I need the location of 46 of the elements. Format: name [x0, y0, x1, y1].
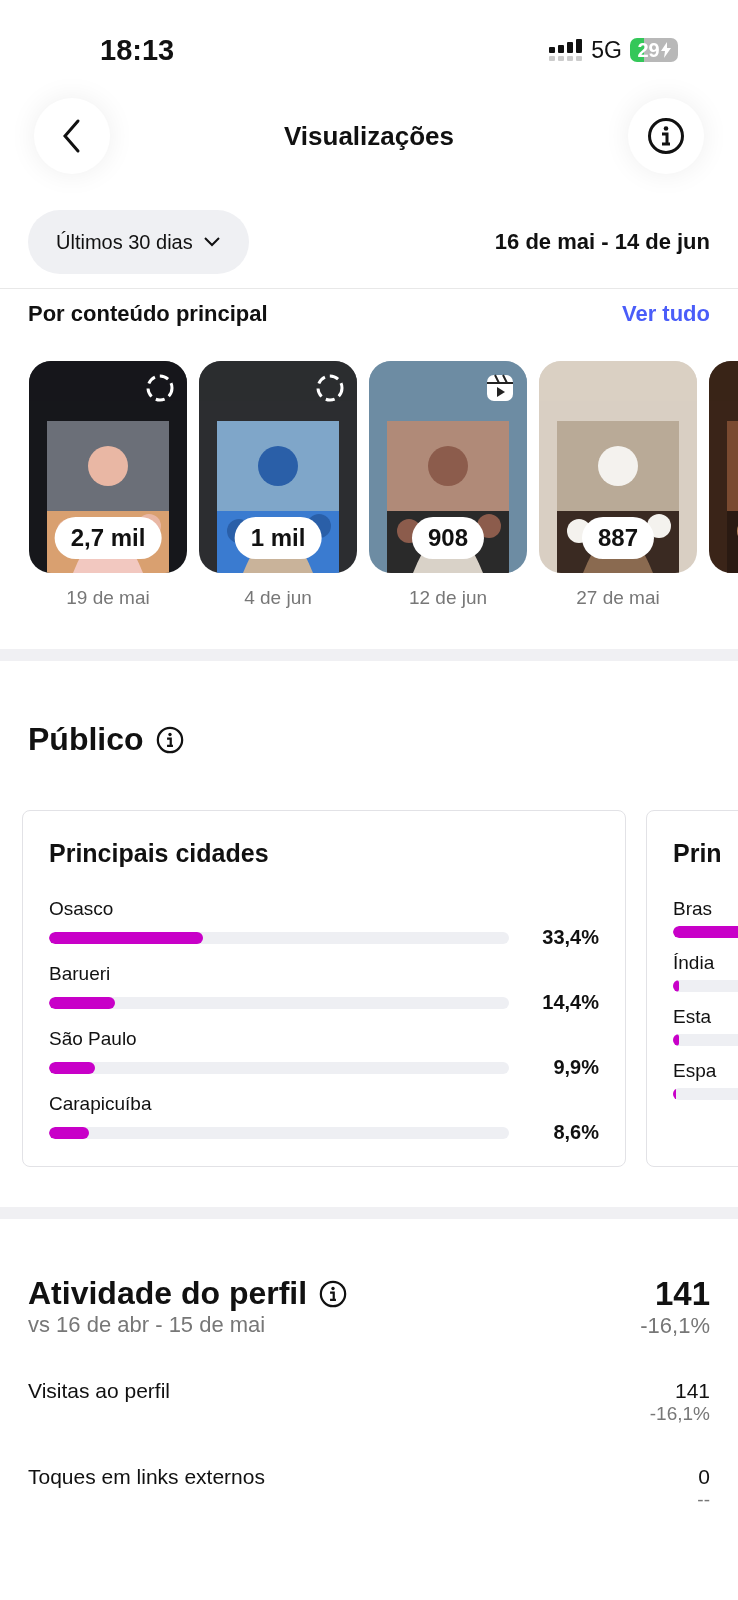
post-date: 4 de jun [244, 587, 312, 609]
network-label: 5G [591, 36, 622, 64]
change-value: -16,1% [640, 1313, 710, 1339]
city-label: Barueri [49, 963, 112, 985]
city-label: Índia [673, 952, 716, 974]
percent-value: 14,4% [541, 991, 599, 1014]
info-icon [319, 1279, 348, 1308]
comparison-period: vs 16 de abr - 15 de mai [28, 1312, 267, 1338]
city-label: São Paulo [49, 1028, 138, 1050]
metric-label: Visitas ao perfil [28, 1379, 171, 1403]
info-icon [155, 725, 184, 754]
city-label: Esta [673, 1006, 713, 1028]
post-date: 19 de mai [66, 587, 150, 609]
screen-title: Visualizações [283, 120, 455, 152]
chevron-down-icon[interactable] [202, 236, 221, 248]
section-title: Atividade do perfil [28, 1275, 308, 1312]
change-value: -- [697, 1489, 710, 1511]
card-title: Prin [673, 839, 723, 868]
story-ring-icon [145, 373, 175, 403]
view-count: 2,7 mil [54, 517, 162, 559]
percent-value: 9,9% [552, 1056, 599, 1079]
section-title: Público [28, 721, 144, 758]
city-label: Espa [673, 1060, 718, 1082]
view-count: 1 mil [234, 517, 322, 559]
metric-value: 0 [698, 1465, 710, 1489]
post-date: 12 de jun [408, 587, 488, 609]
see-all-link[interactable]: Ver tudo [622, 301, 710, 327]
date-range: 16 de mai - 14 de jun [494, 229, 710, 255]
total-value: 141 [654, 1275, 710, 1313]
city-label: Bras [673, 898, 714, 920]
city-label: Carapicuíba [49, 1093, 153, 1115]
metric-label: Toques em links externos [28, 1465, 265, 1489]
percent-value: 8,6% [552, 1121, 599, 1144]
change-value: -16,1% [649, 1403, 710, 1425]
card-title: Principais cidades [49, 839, 270, 868]
signal-icon [549, 39, 584, 61]
metric-value: 141 [674, 1379, 710, 1403]
period-dropdown[interactable]: Últimos 30 dias [28, 210, 249, 274]
story-ring-icon [315, 373, 345, 403]
percent-value: 33,4% [541, 926, 599, 949]
status-time: 18:13 [100, 33, 175, 67]
city-label: Osasco [49, 898, 115, 920]
section-title: Por conteúdo principal [28, 301, 268, 327]
info-icon[interactable] [647, 117, 685, 155]
post-date: 27 de mai [576, 587, 660, 609]
reel-icon [485, 373, 515, 403]
